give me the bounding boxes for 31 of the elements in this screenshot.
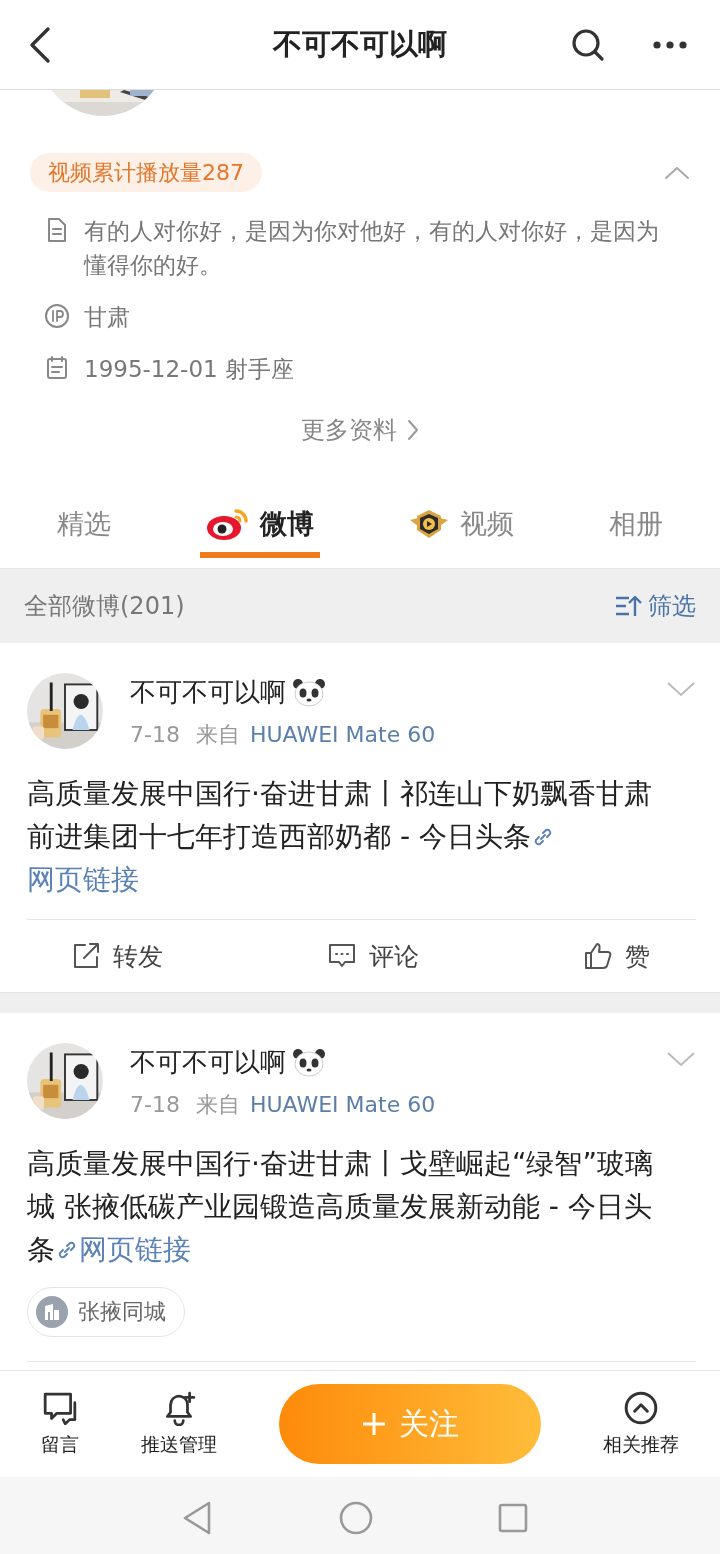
tab[interactable]: 微博 [199,496,320,558]
ip-location: 甘肃 [84,303,130,332]
like-button[interactable]: 赞 [583,939,650,973]
more-info-link[interactable]: 更多资料 [301,414,419,446]
web-link[interactable]: 网页链接 [27,863,139,896]
source-label: 来自 [195,1091,240,1119]
play-count-badge: 视频累计播放量287 [30,153,262,192]
source-label: 来自 [195,721,240,749]
tab[interactable]: 视频 [402,496,521,558]
birthday-text: 1995-12-01 射手座 [84,355,294,384]
recommend-button[interactable]: 相关推荐 [603,1390,679,1458]
message-button[interactable]: 留言 [41,1390,79,1458]
feed-count: 全部微博(201) [24,591,185,622]
device-source[interactable]: HUAWEI Mate 60 [249,1092,436,1117]
author-name[interactable]: 不可不可以啊 [130,1045,286,1080]
location-tag[interactable]: 张掖同城 [27,1287,185,1337]
device-source[interactable]: HUAWEI Mate 60 [249,722,436,747]
tab[interactable]: 相册 [602,496,669,558]
page-title: 不可不可以啊 [271,25,448,63]
tab[interactable]: 精选 [51,496,118,558]
post-date: 7-18 [130,1092,180,1117]
repost-button[interactable]: 转发 [71,939,163,973]
bio-text: 有的人对你好，是因为你对他好，有的人对你好，是因为懂得你的好。 [84,217,660,280]
push-settings-button[interactable]: 推送管理 [141,1390,217,1458]
comment-button[interactable]: 评论 [327,939,419,973]
post-date: 7-18 [130,722,180,747]
filter-button[interactable]: 筛选 [614,590,696,622]
author-name[interactable]: 不可不可以啊 [130,675,286,710]
web-link[interactable]: 网页链接 [79,1233,191,1266]
post-text: 高质量发展中国行·奋进甘肃丨戈壁崛起“绿智”玻璃城 张掖低碳产业园锻造高质量发展新动能 - 今日头条 网页链接 [27,1146,654,1268]
post-text: 高质量发展中国行·奋进甘肃丨祁连山下奶飘香甘肃前进集团十七年打造西部奶都 - 今日头条 网页链接 [27,776,653,898]
